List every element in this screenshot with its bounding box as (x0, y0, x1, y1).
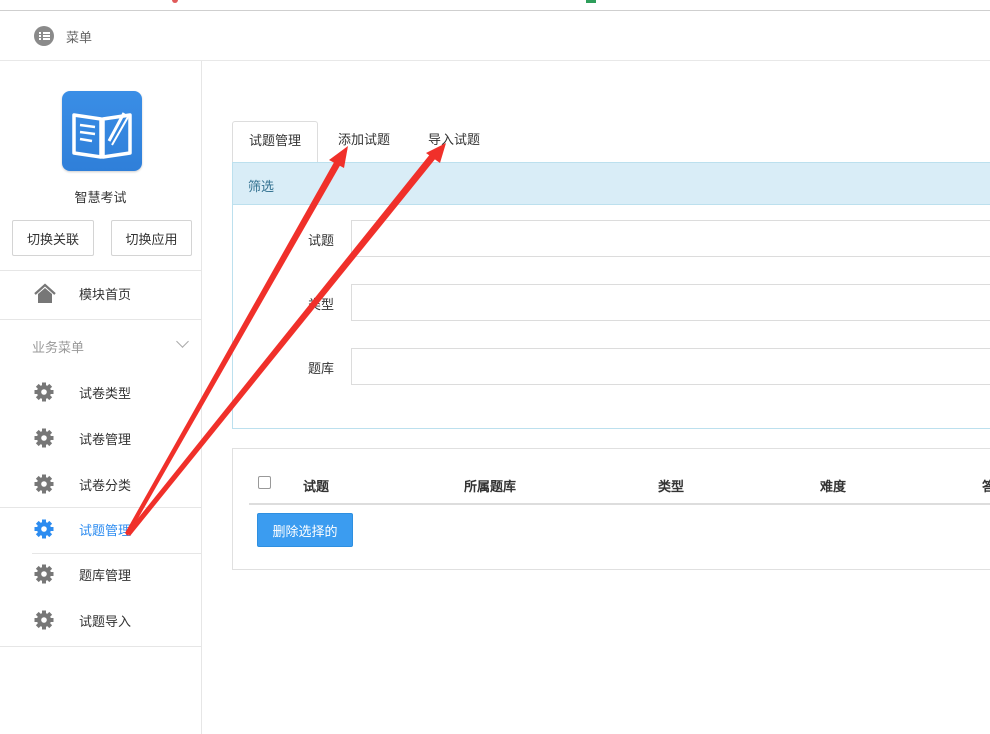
top-header: 菜单 (0, 11, 990, 61)
gear-icon (34, 474, 54, 494)
bank-filter-input[interactable] (351, 348, 990, 385)
column-header-answer[interactable]: 答 (982, 476, 990, 495)
column-header-difficulty[interactable]: 难度 (820, 476, 846, 495)
filter-label-bank: 题库 (308, 362, 335, 377)
sidebar-item-paper-management[interactable]: 试卷管理 (0, 416, 201, 460)
table-header-divider (249, 503, 990, 505)
chevron-down-icon[interactable] (176, 335, 189, 348)
sidebar-item-paper-category[interactable]: 试卷分类 (0, 462, 201, 506)
sidebar-item-label: 试题导入 (79, 615, 132, 630)
sidebar: 智慧考试 切换关联 切换应用 模块首页 业务菜单 试卷类型 试卷管理 试卷分类 … (0, 61, 202, 734)
home-icon (34, 283, 56, 303)
sidebar-item-question-management[interactable]: 试题管理 (0, 507, 201, 551)
type-filter-input[interactable] (351, 284, 990, 321)
filter-label-type: 类型 (308, 298, 335, 313)
column-header-type[interactable]: 类型 (658, 476, 684, 495)
list-menu-icon[interactable] (34, 26, 54, 46)
app-name: 智慧考试 (74, 191, 127, 206)
column-header-question[interactable]: 试题 (303, 476, 329, 495)
switch-relation-button[interactable]: 切换关联 (12, 220, 94, 256)
gear-icon (34, 610, 54, 630)
tab-bar: 试题管理 添加试题 导入试题 (232, 121, 990, 164)
sidebar-item-question-import[interactable]: 试题导入 (0, 598, 201, 642)
sidebar-item-label: 试卷类型 (79, 387, 132, 402)
tab-marker-green (586, 0, 596, 3)
column-header-bank[interactable]: 所属题库 (464, 476, 516, 495)
select-all-checkbox[interactable] (258, 476, 271, 489)
filter-heading: 筛选 (248, 180, 275, 195)
gear-icon (34, 519, 54, 539)
browser-top-strip (0, 0, 990, 11)
sidebar-item-home[interactable]: 模块首页 (0, 271, 201, 315)
gear-icon (34, 382, 54, 402)
divider (0, 646, 201, 647)
switch-app-button[interactable]: 切换应用 (111, 220, 192, 256)
app-logo-book-icon (62, 91, 142, 171)
menu-label[interactable]: 菜单 (66, 27, 92, 46)
tab-import-question[interactable]: 导入试题 (412, 121, 496, 161)
sidebar-item-question-bank[interactable]: 题库管理 (0, 552, 201, 596)
question-table: 试题 所属题库 类型 难度 答 删除选择的 (232, 448, 990, 570)
question-filter-input[interactable] (351, 220, 990, 257)
sidebar-item-label: 试卷分类 (79, 479, 132, 494)
delete-selected-button[interactable]: 删除选择的 (257, 513, 353, 547)
filter-panel: 筛选 试题 类型 题库 (232, 162, 990, 429)
sidebar-item-paper-type[interactable]: 试卷类型 (0, 370, 201, 414)
tab-marker-red (172, 0, 178, 3)
tab-question-management[interactable]: 试题管理 (232, 121, 319, 164)
gear-icon (34, 564, 54, 584)
sidebar-item-label: 模块首页 (79, 288, 132, 303)
sidebar-item-label: 试题管理 (79, 524, 132, 539)
filter-label-question: 试题 (308, 234, 335, 249)
tab-add-question[interactable]: 添加试题 (322, 121, 406, 161)
divider (0, 319, 201, 320)
gear-icon (34, 428, 54, 448)
section-label-business-menu[interactable]: 业务菜单 (32, 337, 84, 356)
filter-panel-header: 筛选 (233, 163, 990, 205)
sidebar-item-label: 试卷管理 (79, 433, 132, 448)
sidebar-item-label: 题库管理 (79, 569, 132, 584)
